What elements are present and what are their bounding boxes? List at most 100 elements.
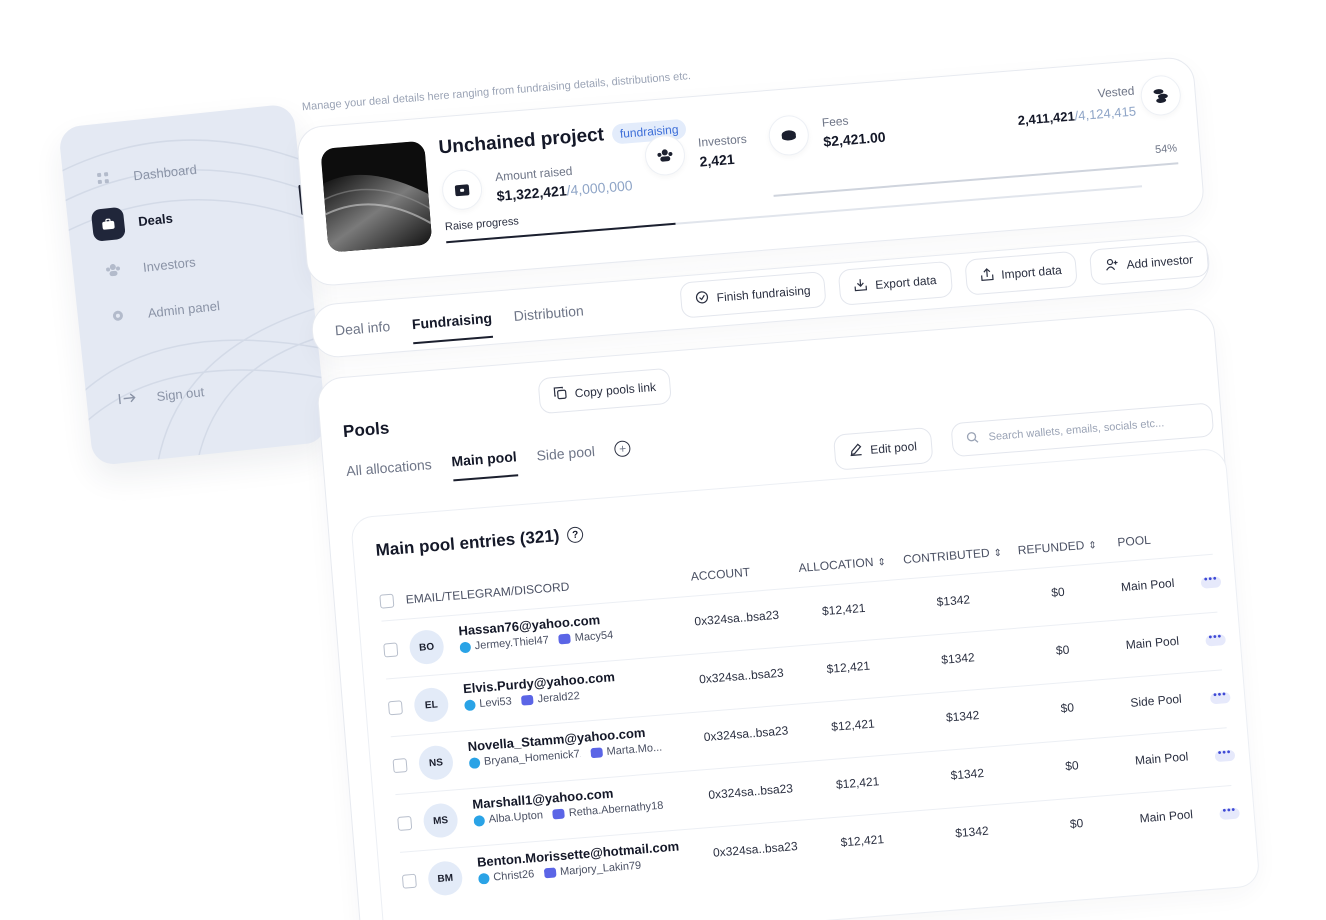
tab-deal-info[interactable]: Deal info — [334, 318, 391, 350]
telegram-icon — [473, 814, 486, 827]
discord-name: Jerald22 — [537, 690, 581, 706]
discord-name: Marjory_Lakin79 — [559, 859, 642, 879]
tab-side-pool[interactable]: Side pool — [536, 443, 596, 474]
contributed-cell: $1342 — [940, 650, 976, 667]
deal-actions: Finish fundraising Export data Import da… — [679, 240, 1210, 319]
telegram-handle[interactable]: Levi53 — [464, 695, 512, 711]
pool-cell: Main Pool — [1139, 807, 1194, 826]
allocation-cell: $12,421 — [826, 658, 871, 677]
edit-icon — [849, 443, 863, 460]
help-icon[interactable]: ? — [566, 526, 584, 544]
contributed-cell: $1342 — [950, 765, 985, 783]
avatar-initials: BO — [408, 628, 445, 666]
pool-cell: Side Pool — [1129, 691, 1183, 710]
briefcase-icon — [90, 206, 126, 242]
discord-icon — [521, 694, 535, 706]
column-allocation[interactable]: ALLOCATION ⇕ — [798, 554, 886, 575]
search-input[interactable]: Search wallets, emails, socials etc... — [950, 402, 1215, 458]
vested-stat: Vested 2,411,421/4,124,415 — [1016, 83, 1136, 128]
telegram-handle[interactable]: Alba.Upton — [473, 809, 543, 827]
discord-handle[interactable]: Jerald22 — [521, 690, 580, 707]
column-allocation-label: ALLOCATION — [797, 555, 874, 575]
search-placeholder: Search wallets, emails, socials etc... — [988, 417, 1165, 444]
copy-icon — [553, 386, 567, 403]
contact-cell: Novella_Stamm@yahoo.com Bryana_Homenick71… — [467, 724, 663, 769]
amount-target: /4,000,000 — [565, 177, 634, 199]
grid-icon — [86, 161, 121, 196]
more-icon: ••• — [1214, 747, 1236, 763]
amount-raised: $1,322,421 — [496, 182, 568, 205]
telegram-name: Christ26 — [492, 868, 535, 884]
wallet-icon — [440, 168, 484, 212]
sidebar-item-label: Deals — [137, 210, 174, 229]
refunded-cell: $0 — [1055, 642, 1070, 658]
contact-cell: Hassan76@yahoo.com Jermey.Thiel47 Macy54 — [458, 611, 614, 653]
more-options-button[interactable]: ••• — [1214, 747, 1236, 763]
row-checkbox[interactable] — [383, 642, 399, 658]
discord-handle[interactable]: Marta.Mo... — [590, 742, 663, 760]
entries-title-row: Main pool entries (321) ? — [375, 524, 584, 561]
finish-fundraising-button[interactable]: Finish fundraising — [679, 271, 827, 319]
more-options-button[interactable]: ••• — [1209, 689, 1231, 705]
investors-label: Investors — [697, 131, 748, 150]
discord-handle[interactable]: Macy54 — [558, 629, 614, 645]
fees-value: $2,421.00 — [822, 128, 887, 150]
entries-title: Main pool entries (321) — [374, 526, 561, 560]
add-investor-button[interactable]: Add investor — [1089, 240, 1210, 286]
telegram-handle[interactable]: Christ26 — [477, 868, 535, 885]
avatar: NS — [417, 744, 455, 782]
sort-icon: ⇕ — [993, 547, 1003, 560]
sidebar-nav: Dashboard Deals Investors Admin panel — [86, 139, 316, 344]
column-refunded[interactable]: REFUNDED ⇕ — [1017, 537, 1097, 557]
tab-main-pool[interactable]: Main pool — [450, 448, 519, 482]
sidebar-item-label: Admin panel — [147, 297, 221, 321]
avatar-initials: MS — [422, 802, 459, 839]
add-pool-icon[interactable]: + — [614, 440, 632, 458]
sidebar-item-label: Dashboard — [132, 161, 198, 183]
coins-stack-icon — [1139, 73, 1183, 117]
telegram-icon — [477, 872, 490, 885]
users-icon — [643, 133, 687, 177]
more-icon: ••• — [1205, 631, 1227, 647]
select-all-checkbox[interactable] — [379, 593, 395, 609]
column-contributed[interactable]: CONTRIBUTED ⇕ — [903, 545, 1003, 567]
refunded-cell: $0 — [1050, 584, 1066, 600]
avatar: EL — [413, 686, 450, 724]
telegram-icon — [459, 641, 472, 653]
account-cell: 0x324sa..bsa23 — [712, 839, 799, 860]
column-refunded-label: REFUNDED — [1017, 538, 1085, 558]
vested-value: 2,411,421/4,124,415 — [1017, 104, 1136, 128]
vested-amount: 2,411,421 — [1017, 108, 1076, 128]
column-account: ACCOUNT — [690, 564, 751, 584]
contributed-cell: $1342 — [954, 823, 990, 841]
more-options-button[interactable]: ••• — [1200, 573, 1222, 589]
more-options-button[interactable]: ••• — [1219, 805, 1241, 821]
discord-icon — [543, 867, 557, 879]
search-icon — [966, 431, 979, 447]
row-checkbox[interactable] — [401, 873, 417, 889]
avatar-initials: EL — [413, 686, 450, 724]
edit-pool-button[interactable]: Edit pool — [832, 426, 934, 471]
fees-stat: Fees $2,421.00 — [767, 108, 886, 157]
vested-label: Vested — [1097, 83, 1135, 101]
copy-pools-link-button[interactable]: Copy pools link — [537, 367, 673, 415]
more-options-button[interactable]: ••• — [1205, 631, 1227, 647]
allocation-cell: $12,421 — [835, 774, 880, 792]
row-checkbox[interactable] — [397, 815, 413, 831]
row-checkbox[interactable] — [387, 700, 403, 716]
telegram-icon — [468, 756, 481, 769]
pools-title: Pools — [342, 418, 391, 442]
pool-cell: Main Pool — [1120, 575, 1175, 595]
pools-card: Copy pools link Pools All allocations Ma… — [315, 306, 1261, 920]
refunded-cell: $0 — [1064, 758, 1080, 774]
import-data-button[interactable]: Import data — [963, 250, 1079, 296]
more-icon: ••• — [1219, 805, 1241, 821]
row-checkbox[interactable] — [392, 758, 408, 774]
tab-fundraising[interactable]: Fundraising — [411, 309, 494, 345]
discord-icon — [558, 633, 572, 645]
tab-all-allocations[interactable]: All allocations — [346, 456, 433, 489]
tab-distribution[interactable]: Distribution — [513, 302, 585, 336]
column-email: EMAIL/TELEGRAM/DISCORD — [405, 579, 570, 607]
refunded-cell: $0 — [1060, 700, 1075, 716]
export-data-button[interactable]: Export data — [837, 260, 953, 306]
